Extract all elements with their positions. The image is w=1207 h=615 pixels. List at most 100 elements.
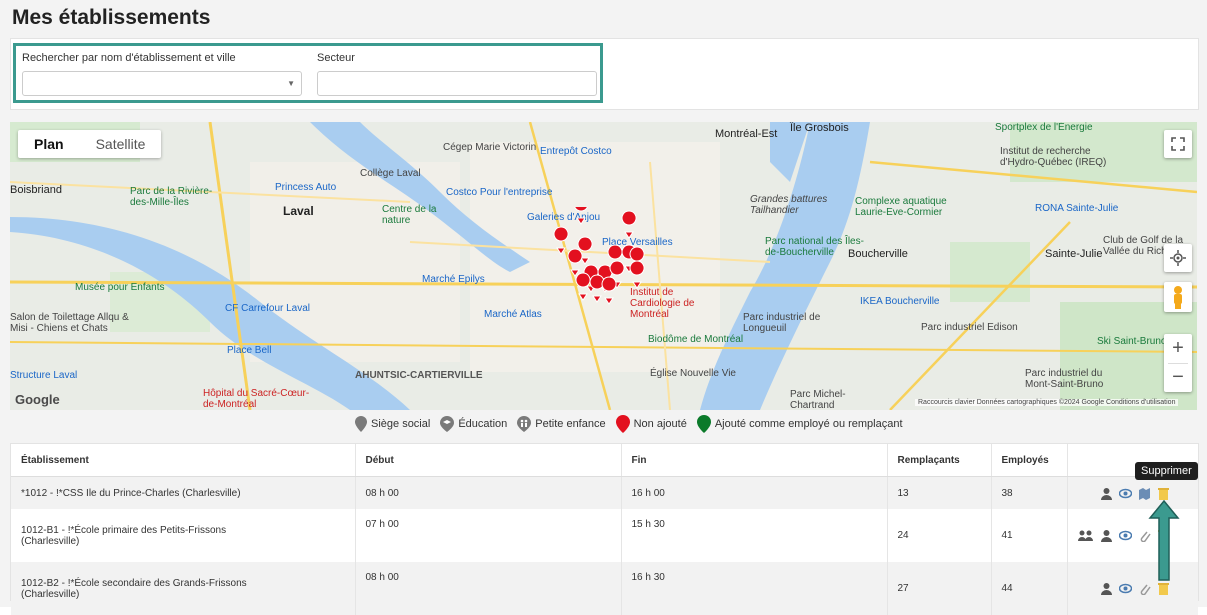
location-icon — [1170, 250, 1186, 266]
pegman-icon — [1174, 286, 1182, 309]
zoom-in-button[interactable]: + — [1164, 334, 1192, 363]
map-label: CF Carrefour Laval — [225, 303, 311, 314]
person-icon[interactable] — [1100, 582, 1113, 595]
cell-etablissement: 1012-B1 - !*École primaire des Petits-Fr… — [11, 509, 356, 562]
cell-fin: 16 h 30 — [621, 562, 888, 615]
trash-icon[interactable] — [1157, 487, 1170, 500]
etablissement-city: (Charlesville) — [21, 588, 80, 600]
column-header[interactable]: Remplaçants — [887, 444, 992, 477]
map-label: IKEA Boucherville — [860, 296, 940, 307]
cell-employes: 38 — [991, 476, 1068, 509]
search-select[interactable]: ▼ — [22, 71, 302, 96]
red-marker-icon — [621, 210, 637, 239]
map-legend: Siège social Éducation Petite enfance No… — [355, 414, 907, 434]
person-icon[interactable] — [1100, 487, 1113, 500]
eye-icon[interactable] — [1119, 487, 1132, 500]
page: Mes établissements Rechercher par nom d'… — [0, 0, 1207, 615]
red-marker-icon — [553, 226, 569, 255]
pin-icon — [615, 415, 630, 433]
map-label: Sportplex de l'Énergie — [995, 122, 1093, 133]
column-header[interactable]: Début — [355, 444, 622, 477]
map-type-control: Plan Satellite — [18, 130, 162, 158]
eye-icon[interactable] — [1119, 529, 1132, 542]
map-label: Princess Auto — [275, 182, 337, 193]
my-location-button[interactable] — [1164, 244, 1192, 272]
legend-label: Petite enfance — [535, 418, 606, 430]
map-label: Place Bell — [227, 345, 272, 356]
map-label: Boucherville — [848, 248, 908, 260]
legend-item-ajoute: Ajouté comme employé ou remplaçant — [696, 415, 903, 433]
sector-input[interactable] — [317, 71, 597, 96]
tab-satellite[interactable]: Satellite — [80, 130, 162, 158]
column-header[interactable]: Fin — [621, 444, 888, 477]
column-header[interactable]: Établissement — [11, 444, 356, 477]
column-header[interactable]: Employés — [991, 444, 1068, 477]
cell-remplacants: 27 — [887, 562, 992, 615]
marker-cluster — [553, 207, 645, 305]
map-label: Boisbriand — [10, 184, 62, 196]
red-marker-icon — [629, 260, 645, 289]
etablissement-city: (Charlesville) — [21, 535, 80, 547]
delete-tooltip: Supprimer — [1135, 462, 1198, 480]
map-label: Île Grosbois — [790, 122, 849, 134]
eye-icon[interactable] — [1119, 582, 1132, 595]
attachment-icon[interactable] — [1138, 582, 1151, 595]
legend-item-education: Éducation — [440, 416, 507, 432]
fullscreen-icon — [1171, 137, 1185, 151]
map-label: AHUNTSIC-CARTIERVILLE — [355, 370, 483, 381]
table-row[interactable]: *1012 - !*CSS Ile du Prince-Charles (Cha… — [11, 476, 1198, 509]
map-icon[interactable] — [1138, 487, 1151, 500]
table-row[interactable]: 1012-B2 - !*École secondaire des Grands-… — [11, 562, 1198, 615]
map-label: Parc industriel de Longueuil — [743, 312, 821, 334]
person-icon[interactable] — [1100, 529, 1113, 542]
map-attribution[interactable]: Raccourcis clavier Données cartographiqu… — [915, 399, 1179, 406]
red-marker-icon — [567, 248, 583, 277]
map-label: Hôpital du Sacré-Cœur-de-Montréal — [203, 388, 310, 410]
etablissement-name: 1012-B1 - !*École primaire des Petits-Fr… — [21, 524, 227, 536]
cell-employes: 44 — [991, 562, 1068, 615]
map-label: Entrepôt Costco — [540, 146, 612, 157]
establishments-table-card: Établissement Début Fin Remplaçants Empl… — [10, 443, 1199, 615]
map-label: Centre de la nature — [382, 204, 437, 226]
cell-remplacants: 13 — [887, 476, 992, 509]
map-label: Salon de Toilettage Allqu & Misi - Chien… — [10, 312, 129, 334]
cell-debut: 07 h 00 — [355, 509, 622, 562]
legend-label: Ajouté comme employé ou remplaçant — [714, 418, 903, 430]
cell-etablissement: *1012 - !*CSS Ile du Prince-Charles (Cha… — [11, 476, 356, 509]
row-actions — [1078, 487, 1189, 500]
pin-icon — [696, 415, 711, 433]
graduation-icon — [440, 416, 455, 432]
pin-icon — [355, 416, 367, 432]
map-label: Marché Atlas — [484, 309, 542, 320]
table-row[interactable]: 1012-B1 - !*École primaire des Petits-Fr… — [11, 509, 1198, 562]
table-header-row: Établissement Début Fin Remplaçants Empl… — [11, 444, 1198, 477]
zoom-control: + − — [1164, 334, 1192, 392]
etablissement-name: 1012-B2 - !*École secondaire des Grands-… — [21, 577, 247, 589]
map-label: Musée pour Enfants — [75, 282, 165, 293]
map-label: Structure Laval — [10, 370, 78, 381]
map-label: Parc industriel Edison — [921, 322, 1018, 333]
search-label: Rechercher par nom d'établissement et vi… — [22, 52, 236, 64]
cell-debut: 08 h 00 — [355, 562, 622, 615]
map-label: Laval — [283, 204, 314, 218]
street-view-button[interactable] — [1164, 282, 1192, 312]
map-label: Complexe aquatique Laurie-Eve-Cormier — [855, 196, 947, 218]
zoom-out-button[interactable]: − — [1164, 364, 1192, 392]
cell-employes: 41 — [991, 509, 1068, 562]
chevron-down-icon: ▼ — [287, 79, 295, 88]
map[interactable]: Montréal-Est Île Grosbois Sportplex de l… — [10, 122, 1197, 410]
map-label: Ski Saint-Bruno — [1097, 336, 1167, 347]
red-marker-icon — [574, 207, 588, 225]
legend-label: Siège social — [371, 418, 431, 430]
cell-fin: 16 h 00 — [621, 476, 888, 509]
map-label: Parc industriel du Mont-Saint-Bruno — [1025, 368, 1104, 390]
tab-plan[interactable]: Plan — [18, 130, 80, 158]
fullscreen-button[interactable] — [1164, 130, 1192, 158]
cell-remplacants: 24 — [887, 509, 992, 562]
row-actions — [1078, 582, 1189, 595]
map-label: Institut de recherche d'Hydro-Québec (IR… — [1000, 146, 1107, 168]
trash-icon[interactable] — [1157, 582, 1170, 595]
cell-debut: 08 h 00 — [355, 476, 622, 509]
people-icon[interactable] — [1078, 529, 1094, 542]
map-label: Parc Michel-Chartrand — [790, 389, 846, 410]
